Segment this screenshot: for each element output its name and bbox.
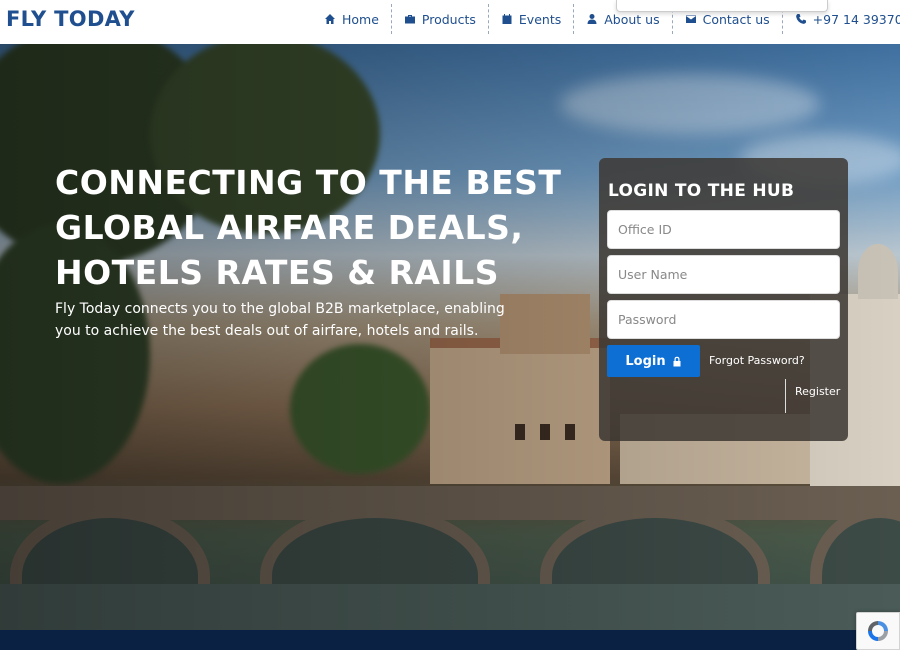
- nav-events-label: Events: [518, 11, 562, 27]
- hero-banner: CONNECTING TO THE BEST GLOBAL AIRFARE DE…: [0, 44, 900, 630]
- hero-subtext: Fly Today connects you to the global B2B…: [55, 301, 505, 339]
- office-id-input[interactable]: [607, 210, 840, 249]
- username-input[interactable]: [607, 255, 840, 294]
- nav-about-label: About us: [604, 11, 660, 27]
- nav-contact-label: Contact us: [702, 11, 770, 27]
- forgot-password-link[interactable]: Forgot Password?: [709, 354, 805, 367]
- nav-phone-label: +97 14 3937005: [812, 11, 900, 27]
- lock-icon: [673, 356, 681, 366]
- password-input[interactable]: [607, 300, 840, 339]
- nav-home-label: Home: [342, 11, 379, 27]
- recaptcha-badge[interactable]: [856, 612, 900, 650]
- login-panel: LOGIN TO THE HUB Login Forgot Password? …: [599, 158, 848, 441]
- nav-products[interactable]: Products: [392, 4, 489, 34]
- login-title: LOGIN TO THE HUB: [608, 181, 795, 201]
- briefcase-icon: [404, 15, 415, 24]
- headline-line: CONNECTING TO THE BEST: [55, 163, 562, 202]
- headline-line: HOTELS RATES & RAILS: [55, 253, 499, 292]
- nav-home[interactable]: Home: [312, 4, 392, 34]
- recaptcha-icon: [868, 621, 888, 641]
- home-icon: [325, 14, 335, 24]
- nav-products-label: Products: [421, 11, 476, 27]
- nav-events[interactable]: Events: [489, 4, 575, 34]
- login-button[interactable]: Login: [607, 345, 700, 377]
- calendar-icon: [502, 14, 512, 24]
- footer-strip: [0, 630, 900, 650]
- phone-icon: [795, 14, 806, 24]
- hero-headline: CONNECTING TO THE BEST GLOBAL AIRFARE DE…: [55, 160, 595, 295]
- register-link[interactable]: Register: [795, 385, 840, 398]
- dropdown-popup: [616, 0, 828, 12]
- login-button-label: Login: [625, 353, 666, 369]
- user-icon: [587, 14, 597, 24]
- divider: [785, 379, 786, 413]
- envelope-icon: [685, 15, 696, 23]
- headline-line: GLOBAL AIRFARE DEALS,: [55, 208, 524, 247]
- site-logo[interactable]: FLY TODAY: [6, 7, 135, 31]
